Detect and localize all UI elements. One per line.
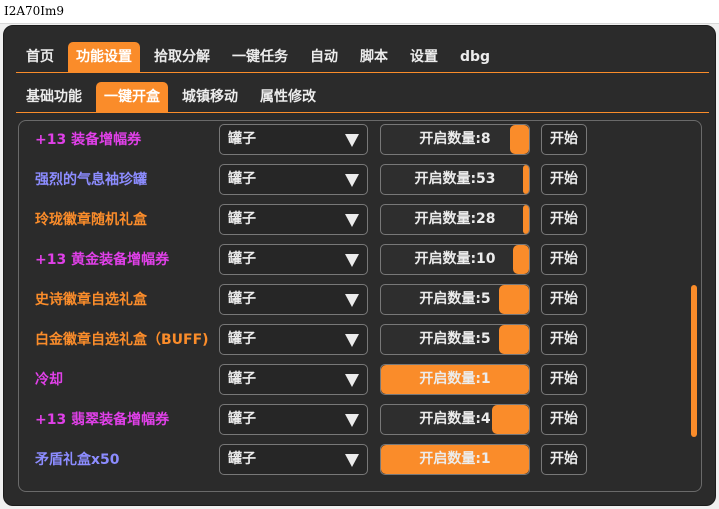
container-type-select[interactable]: 罐子 [219,324,368,355]
container-type-select[interactable]: 罐子 [219,404,368,435]
start-button[interactable]: 开始 [541,364,587,395]
open-count-label: 开启数量:10 [414,251,496,267]
item-name: 史诗徽章自选礼盒 [35,292,147,308]
select-value: 罐子 [228,331,256,347]
open-count-label: 开启数量:1 [419,371,491,387]
tab-5[interactable]: 脚本 [352,42,396,72]
triangle-down-icon [345,254,359,267]
start-button[interactable]: 开始 [541,204,587,235]
select-value: 罐子 [228,291,256,307]
item-name: 冷却 [35,372,63,388]
item-name: +13 翡翠装备增幅券 [35,412,170,428]
open-count-label: 开启数量:5 [419,331,491,347]
container-type-select[interactable]: 罐子 [219,364,368,395]
item-name: +13 装备增幅券 [35,132,142,148]
select-value: 罐子 [228,171,256,187]
item-row: +13 黄金装备增幅券 罐子 开启数量:10 开始 [19,243,701,277]
start-button[interactable]: 开始 [541,444,587,475]
subtab-2[interactable]: 城镇移动 [174,82,246,112]
open-count-label: 开启数量:8 [419,131,491,147]
quantity-slider[interactable]: 开启数量:8 [380,124,530,155]
quantity-slider[interactable]: 开启数量:1 [380,444,530,475]
item-row: 白金徽章自选礼盒（BUFF) 罐子 开启数量:5 开始 [19,323,701,357]
start-button[interactable]: 开始 [541,244,587,275]
open-count-label: 开启数量:1 [419,451,491,467]
quantity-slider[interactable]: 开启数量:10 [380,244,530,275]
window-titlebar: I2A70Im9 [0,0,719,24]
main-tab-bar: 首页 功能设置 拾取分解 一键任务 自动 脚本 设置 dbg [18,42,504,72]
start-button[interactable]: 开始 [541,164,587,195]
triangle-down-icon [345,214,359,227]
select-value: 罐子 [228,451,256,467]
triangle-down-icon [345,414,359,427]
item-row: 冷却 罐子 开启数量:1 开始 [19,363,701,397]
start-button[interactable]: 开始 [541,404,587,435]
item-row: 史诗徽章自选礼盒 罐子 开启数量:5 开始 [19,283,701,317]
window-title: I2A70Im9 [4,4,65,18]
quantity-slider[interactable]: 开启数量:1 [380,364,530,395]
subtab-1[interactable]: 一键开盒 [96,82,168,112]
start-button[interactable]: 开始 [541,324,587,355]
triangle-down-icon [345,334,359,347]
quantity-slider[interactable]: 开启数量:4 [380,404,530,435]
triangle-down-icon [345,134,359,147]
select-value: 罐子 [228,131,256,147]
subtab-3[interactable]: 属性修改 [252,82,324,112]
item-row: 玲珑徽章随机礼盒 罐子 开启数量:28 开始 [19,203,701,237]
item-name: 强烈的气息袖珍罐 [35,172,147,188]
tab-1[interactable]: 功能设置 [68,42,140,72]
triangle-down-icon [345,374,359,387]
sub-tab-divider [16,112,709,113]
container-type-select[interactable]: 罐子 [219,204,368,235]
box-open-list: +13 装备增幅券 罐子 开启数量:8 开始 强烈的气息袖珍罐 罐子 开启数量:53 开始 玲珑… [18,120,702,492]
quantity-slider[interactable]: 开启数量:28 [380,204,530,235]
triangle-down-icon [345,174,359,187]
select-value: 罐子 [228,411,256,427]
item-row: +13 装备增幅券 罐子 开启数量:8 开始 [19,123,701,157]
item-row: 强烈的气息袖珍罐 罐子 开启数量:53 开始 [19,163,701,197]
quantity-slider[interactable]: 开启数量:5 [380,324,530,355]
item-row: 矛盾礼盒x50 罐子 开启数量:1 开始 [19,443,701,477]
quantity-slider[interactable]: 开启数量:5 [380,284,530,315]
item-row: +13 翡翠装备增幅券 罐子 开启数量:4 开始 [19,403,701,437]
open-count-label: 开启数量:4 [419,411,491,427]
start-button[interactable]: 开始 [541,124,587,155]
select-value: 罐子 [228,371,256,387]
item-name: 矛盾礼盒x50 [35,452,120,468]
triangle-down-icon [345,294,359,307]
tab-0[interactable]: 首页 [18,42,62,72]
container-type-select[interactable]: 罐子 [219,444,368,475]
open-count-label: 开启数量:28 [414,211,496,227]
tab-7[interactable]: dbg [452,42,498,72]
main-tab-divider [16,72,709,73]
tab-4[interactable]: 自动 [302,42,346,72]
start-button[interactable]: 开始 [541,284,587,315]
open-count-label: 开启数量:5 [419,291,491,307]
container-type-select[interactable]: 罐子 [219,284,368,315]
container-type-select[interactable]: 罐子 [219,124,368,155]
tab-6[interactable]: 设置 [402,42,446,72]
select-value: 罐子 [228,251,256,267]
select-value: 罐子 [228,211,256,227]
container-type-select[interactable]: 罐子 [219,164,368,195]
main-window: 首页 功能设置 拾取分解 一键任务 自动 脚本 设置 dbg 基础功能 一键开盒 城镇移动 属性修改… [3,25,716,506]
open-count-label: 开启数量:53 [414,171,496,187]
item-name: +13 黄金装备增幅券 [35,252,170,268]
tab-3[interactable]: 一键任务 [224,42,296,72]
subtab-0[interactable]: 基础功能 [18,82,90,112]
item-name: 玲珑徽章随机礼盒 [35,212,147,228]
item-name: 白金徽章自选礼盒（BUFF) [35,332,209,348]
tab-2[interactable]: 拾取分解 [146,42,218,72]
container-type-select[interactable]: 罐子 [219,244,368,275]
quantity-slider[interactable]: 开启数量:53 [380,164,530,195]
sub-tab-bar: 基础功能 一键开盒 城镇移动 属性修改 [18,82,330,112]
triangle-down-icon [345,454,359,467]
